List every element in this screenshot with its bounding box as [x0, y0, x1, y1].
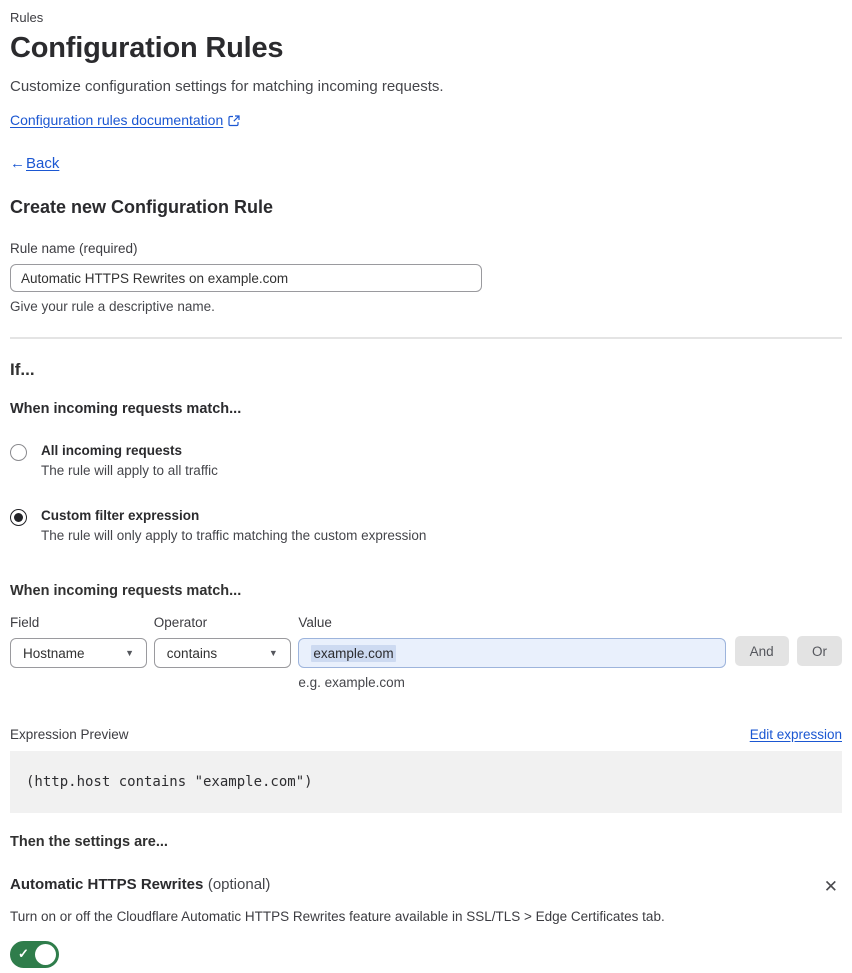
if-section-title: If...	[10, 360, 35, 379]
close-icon[interactable]: ✕	[820, 876, 842, 897]
setting-description: Turn on or off the Cloudflare Automatic …	[10, 909, 665, 924]
field-label: Field	[10, 615, 40, 630]
breadcrumb: Rules	[10, 10, 44, 25]
field-select[interactable]: Hostname ▼	[10, 638, 147, 668]
or-button[interactable]: Or	[797, 636, 842, 666]
value-input-text: example.com	[311, 644, 396, 662]
radio-description: The rule will apply to all traffic	[41, 463, 218, 478]
rule-name-help: Give your rule a descriptive name.	[10, 299, 215, 314]
external-link-icon	[228, 114, 240, 127]
back-link[interactable]: Back	[26, 155, 59, 172]
expression-preview-code: (http.host contains "example.com")	[10, 751, 842, 813]
match-heading: When incoming requests match...	[10, 401, 242, 417]
check-icon: ✓	[18, 946, 29, 961]
value-help: e.g. example.com	[298, 675, 405, 690]
toggle-knob	[35, 944, 56, 965]
operator-label: Operator	[153, 615, 208, 630]
radio-description: The rule will only apply to traffic matc…	[41, 528, 427, 543]
section-divider	[10, 337, 842, 339]
radio-option-custom-filter[interactable]: Custom filter expression The rule will o…	[10, 508, 842, 543]
setting-optional-label: (optional)	[207, 876, 271, 893]
operator-select[interactable]: contains ▼	[153, 638, 291, 668]
expression-preview-label: Expression Preview	[10, 727, 129, 742]
chevron-down-icon: ▼	[268, 648, 278, 658]
radio-label: All incoming requests	[41, 443, 183, 458]
value-label: Value	[298, 615, 332, 630]
radio-label: Custom filter expression	[41, 508, 200, 523]
page-subtitle: Customize configuration settings for mat…	[10, 78, 444, 95]
value-input[interactable]: example.com	[298, 638, 727, 668]
rule-name-label: Rule name (required)	[10, 241, 138, 256]
field-select-value: Hostname	[23, 645, 85, 661]
and-button[interactable]: And	[734, 636, 789, 666]
rule-name-input[interactable]	[10, 264, 482, 292]
radio-unselected-icon[interactable]	[10, 444, 27, 461]
create-rule-title: Create new Configuration Rule	[10, 197, 274, 217]
back-arrow-icon: ←	[10, 155, 25, 172]
radio-selected-icon[interactable]	[10, 509, 27, 526]
page-title: Configuration Rules	[10, 32, 284, 64]
expression-builder-heading: When incoming requests match...	[10, 583, 242, 599]
setting-name: Automatic HTTPS Rewrites	[10, 876, 204, 893]
radio-option-all-incoming[interactable]: All incoming requests The rule will appl…	[10, 443, 842, 478]
operator-select-value: contains	[166, 645, 218, 661]
chevron-down-icon: ▼	[125, 648, 134, 658]
configuration-rules-page: Rules Configuration Rules Customize conf…	[0, 0, 852, 973]
edit-expression-link[interactable]: Edit expression	[750, 727, 842, 742]
then-section-title: Then the settings are...	[10, 834, 168, 850]
automatic-https-rewrites-toggle[interactable]: ✓	[10, 941, 59, 968]
documentation-link[interactable]: Configuration rules documentation	[10, 112, 223, 128]
